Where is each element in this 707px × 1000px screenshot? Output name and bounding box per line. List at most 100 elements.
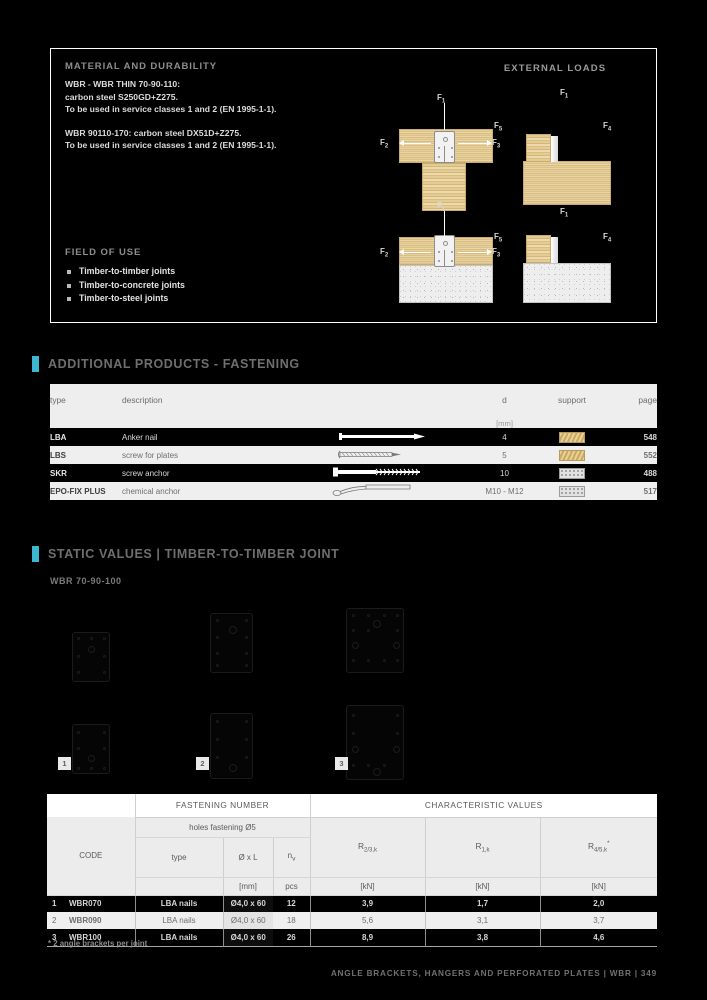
- screw-anchor-icon: [307, 464, 467, 482]
- material-heading: MATERIAL AND DURABILITY: [65, 61, 217, 72]
- column-header-page: page: [602, 384, 657, 428]
- cell-nv: 26: [273, 929, 311, 946]
- column-header-description: description: [122, 384, 307, 428]
- base-beam: [523, 161, 611, 205]
- force-label-f4: F4: [603, 232, 612, 244]
- field-of-use-block: FIELD OF USE Timber-to-timber joints Tim…: [65, 247, 385, 306]
- table-row[interactable]: LBS screw for plates 5 552: [50, 446, 657, 464]
- cell-r45k: 4,6: [539, 929, 658, 946]
- unit-type: [134, 877, 223, 896]
- bracket-illustration-3a: [346, 608, 404, 673]
- cell-r1k: 3,8: [424, 929, 541, 946]
- table-row[interactable]: 2 WBR090 LBA nails Ø4,0 x 60 18 5,6 3,1 …: [47, 912, 658, 929]
- cell-page: 552: [602, 446, 657, 464]
- column-header-type: type: [134, 837, 223, 878]
- f3-arrow-line: [458, 252, 488, 253]
- force-label-f1: F1: [560, 88, 569, 100]
- bracket-illustration-2b: [210, 713, 253, 779]
- material-line-1: WBR - WBR THIN 70-90-110:: [65, 79, 181, 89]
- cell-description: chemical anchor: [122, 482, 307, 500]
- group-header-fastening-number: FASTENING NUMBER: [134, 794, 311, 818]
- force-label-f2: F2: [380, 247, 389, 259]
- cell-d: M10 - M12: [467, 482, 542, 500]
- force-label-f5: F5: [494, 232, 503, 244]
- bullet-icon: [67, 270, 71, 274]
- table-row[interactable]: EPO-FIX PLUS chemical anchor M10 - M12 5…: [50, 482, 657, 500]
- cell-description: Anker nail: [122, 428, 307, 446]
- material-durability-block: MATERIAL AND DURABILITY WBR - WBR THIN 7…: [65, 61, 385, 152]
- unit-nv: pcs: [272, 877, 311, 896]
- cell-d: 4: [467, 428, 542, 446]
- cell-d: 10: [467, 464, 542, 482]
- upright-post: [526, 134, 551, 162]
- group-header-characteristic-values: CHARACTERISTIC VALUES: [309, 794, 658, 818]
- concrete-support-icon: [559, 485, 585, 497]
- list-item-label: Timber-to-steel joints: [79, 293, 169, 303]
- accent-bar: [32, 356, 39, 372]
- concrete-support-icon: [559, 467, 585, 479]
- cell-dia-len: Ø4,0 x 60: [222, 912, 273, 929]
- cell-type: LBA nails: [134, 895, 223, 912]
- cell-index: 1: [47, 895, 69, 912]
- cell-description: screw anchor: [122, 464, 307, 482]
- list-item: Timber-to-steel joints: [65, 292, 385, 306]
- f2-arrow-line: [401, 252, 431, 253]
- cell-nv: 18: [273, 912, 311, 929]
- force-label-f3: F3: [492, 247, 501, 259]
- cell-page: 517: [602, 482, 657, 500]
- section-subtitle: WBR 70-90-100: [50, 576, 122, 586]
- material-line-5: To be used in service classes 1 and 2 (E…: [65, 140, 277, 151]
- list-item-label: Timber-to-concrete joints: [79, 279, 185, 290]
- f2-arrow-head: [399, 249, 404, 255]
- bracket-illustration-2a: [210, 613, 253, 673]
- bullet-icon: [67, 297, 71, 301]
- cell-support: [542, 464, 602, 482]
- page-footer: ANGLE BRACKETS, HANGERS AND PERFORATED P…: [330, 969, 657, 978]
- f1-arrow-line: [444, 103, 445, 130]
- external-loads-title: EXTERNAL LOADS: [503, 63, 607, 74]
- column-header-type: type: [50, 384, 122, 428]
- cell-type: LBS: [50, 446, 122, 464]
- column-header-r23k: R2/3,k: [309, 817, 426, 878]
- list-item-label: Timber-to-timber joints: [79, 266, 176, 276]
- table-row[interactable]: LBA Anker nail 4 548: [50, 428, 657, 446]
- column-header-image: [307, 384, 467, 428]
- holes-fastening-label: holes fastening Ø5: [134, 817, 311, 838]
- cell-r23k: 3,9: [309, 895, 426, 912]
- table-group-header-row: FASTENING NUMBER CHARACTERISTIC VALUES: [47, 794, 658, 818]
- cell-page: 548: [602, 428, 657, 446]
- bullet-icon: [67, 283, 71, 288]
- concrete-base: [523, 263, 611, 303]
- cell-r23k: 5,6: [309, 912, 426, 929]
- unit-dia-len: [mm]: [222, 877, 273, 896]
- cell-r45k: 2,0: [539, 895, 658, 912]
- force-label-f4: F4: [603, 121, 612, 133]
- cell-code: WBR090: [69, 912, 135, 929]
- column-header-dia-len: Ø x L: [222, 837, 273, 878]
- field-of-use-heading: FIELD OF USE: [65, 247, 142, 258]
- column-header-code: CODE: [47, 817, 135, 896]
- f2-arrow-head: [399, 140, 404, 146]
- table-row[interactable]: SKR screw anchor 10 488: [50, 464, 657, 482]
- cell-support: [542, 482, 602, 500]
- table-footnote: * 2 angle brackets per joint: [48, 939, 148, 948]
- f3-arrow-line: [458, 143, 488, 144]
- unit-r23k: [kN]: [309, 877, 426, 896]
- cell-dia-len: Ø4,0 x 60: [222, 929, 273, 946]
- force-label-f1-bottom: F1: [560, 207, 569, 219]
- section-title: STATIC VALUES | TIMBER-TO-TIMBER JOINT: [48, 547, 340, 561]
- table-subheader-holes-row: CODE holes fastening Ø5 R2/3,k R1,k R4/5…: [47, 817, 658, 896]
- cell-r1k: 3,1: [424, 912, 541, 929]
- cell-nv: 12: [273, 895, 311, 912]
- table-row[interactable]: 1 WBR070 LBA nails Ø4,0 x 60 12 3,9 1,7 …: [47, 895, 658, 912]
- material-line-3: To be used in service classes 1 and 2 (E…: [65, 104, 277, 115]
- material-line-4: WBR 90110-170: carbon steel DX51D+Z275.: [65, 127, 242, 138]
- cell-type: LBA nails: [134, 912, 223, 929]
- table-subheader-units-row: [mm] pcs [kN] [kN] [kN]: [47, 877, 658, 896]
- bracket-icon: [434, 131, 455, 163]
- cell-type: EPO-FIX PLUS: [50, 482, 122, 500]
- material-line-2: carbon steel S250GD+Z275.: [65, 91, 178, 102]
- group-header-empty: [47, 794, 135, 817]
- bracket-fin-icon: [551, 237, 558, 263]
- image-label-2: 2: [196, 757, 209, 770]
